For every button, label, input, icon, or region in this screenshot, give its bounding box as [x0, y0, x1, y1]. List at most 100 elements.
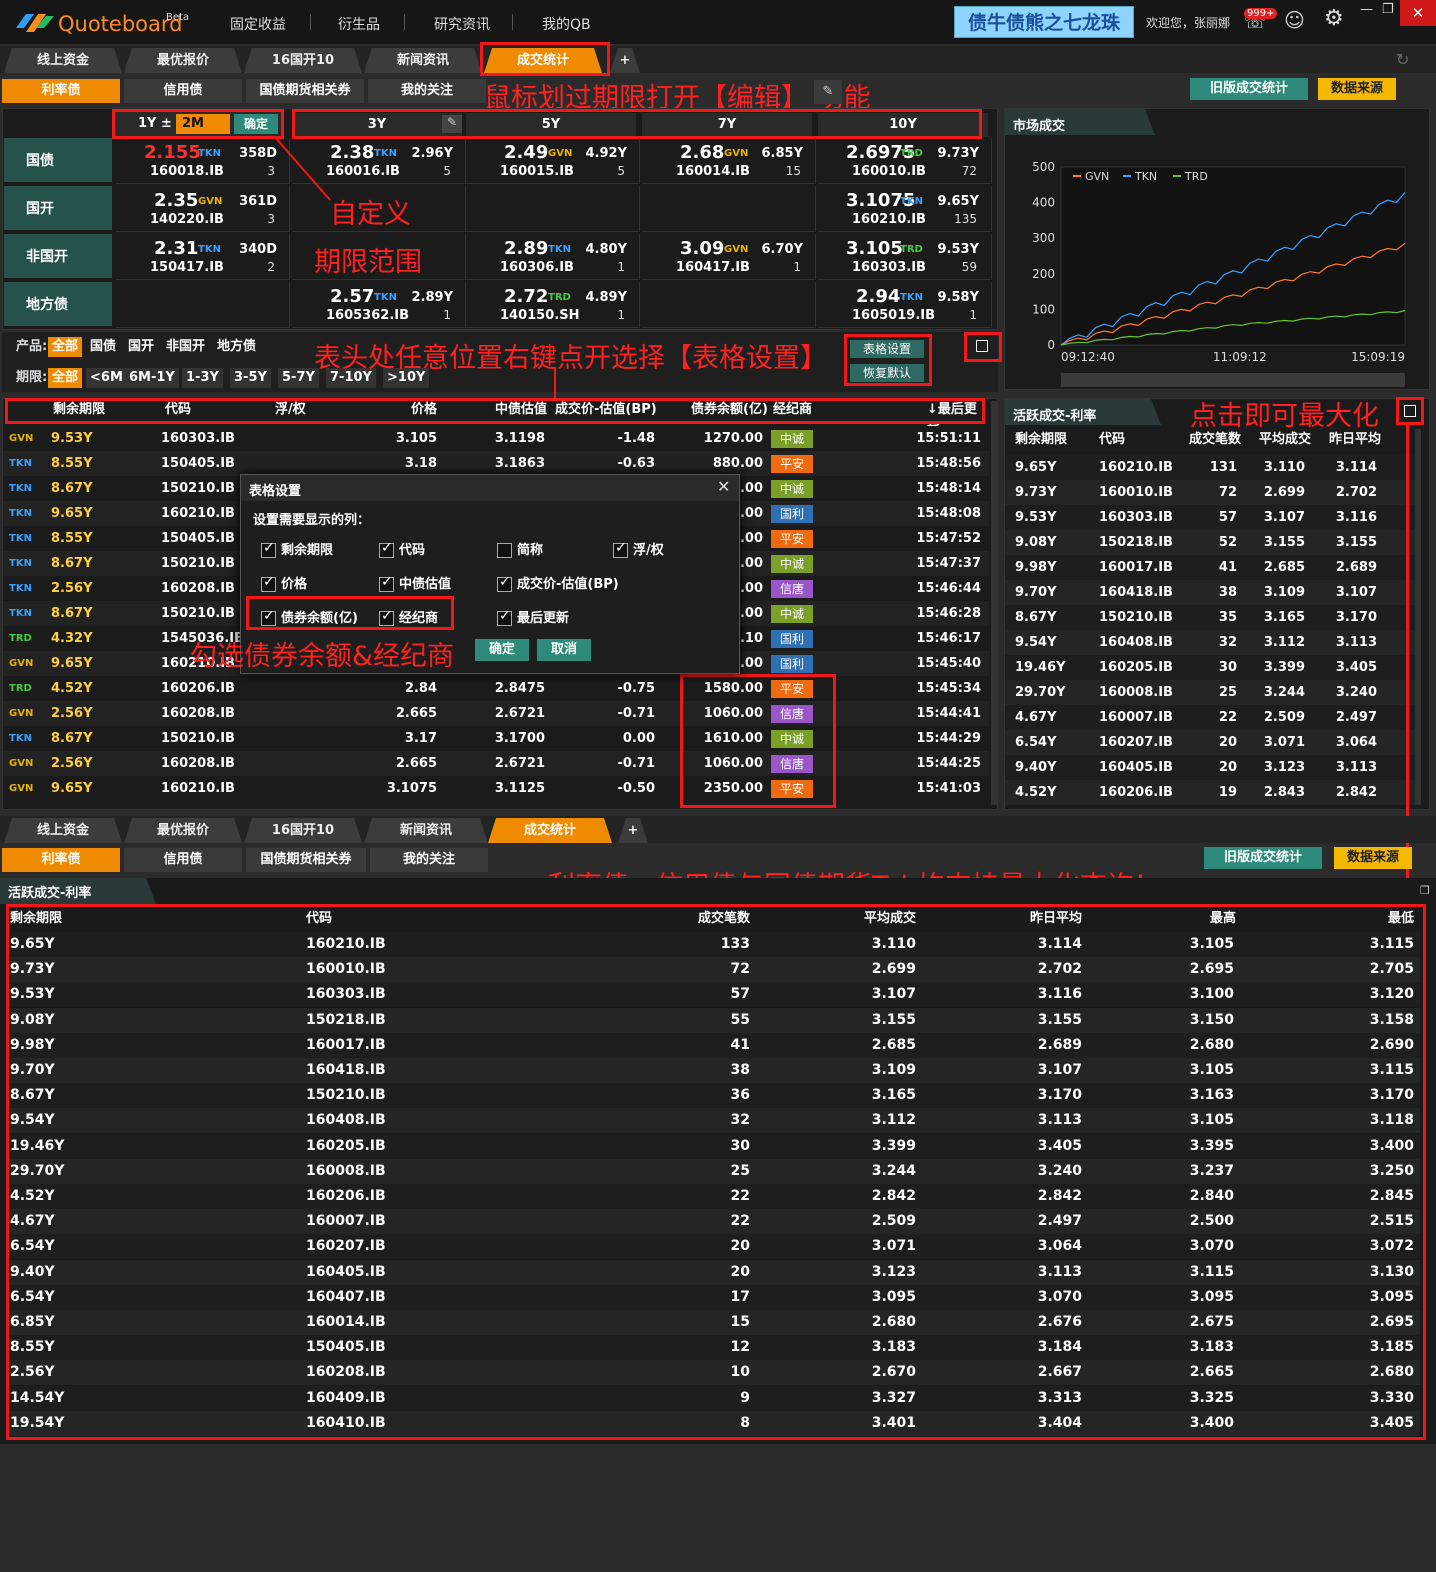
active-row[interactable]: 29.70Y 160008.IB 25 3.244 3.240	[1005, 680, 1417, 705]
active-row[interactable]: 4.67Y 160007.IB 22 2.509 2.497	[1005, 705, 1417, 730]
row-head-3[interactable]: 地方债	[4, 282, 112, 328]
promo-banner[interactable]: 债牛债熊之七龙珠	[954, 6, 1134, 38]
active-row[interactable]: 6.54Y 160207.IB 20 3.071 3.064	[1005, 730, 1417, 755]
matrix-cell[interactable]	[116, 282, 290, 328]
trade-row[interactable]: TKN 8.67Y 150210.IB 3.17 3.1700 0.00 1610.00 中诚…	[3, 726, 989, 751]
matrix-cell[interactable]	[466, 186, 640, 232]
tab-news-2[interactable]: 新闻资讯	[364, 818, 488, 843]
trade-row[interactable]: TKN 8.55Y 150405.IB 3.18 3.1863 -0.63 880.00 平安…	[3, 451, 989, 476]
subtab-watchlist-2[interactable]: 我的关注	[370, 848, 488, 872]
matrix-cell[interactable]	[642, 186, 816, 232]
matrix-cell[interactable]: 2.155 TKN 358D 160018.IB 3	[116, 138, 290, 184]
term-filter[interactable]: 3-5Y	[230, 368, 271, 388]
tab-best-quote-2[interactable]: 最优报价	[124, 818, 242, 843]
trade-row[interactable]: TRD 4.52Y 160206.IB 2.84 2.8475 -0.75 1580.00 平…	[3, 676, 989, 701]
matrix-cell[interactable]: 2.31 TKN 340D 150417.IB 2	[116, 234, 290, 280]
matrix-cell[interactable]: 3.1075 TKN 9.65Y 160210.IB 135	[818, 186, 992, 232]
tab-16cdb10-2[interactable]: 16国开10	[244, 818, 362, 843]
active-row[interactable]: 9.53Y 160303.IB 57 3.107 3.116	[1005, 505, 1417, 530]
restore-panel-icon[interactable]: ❐	[1420, 884, 1430, 897]
trade-row[interactable]: GVN 9.53Y 160303.IB 3.105 3.1198 -1.48 1270.00…	[3, 426, 989, 451]
active-row[interactable]: 8.67Y 150210.IB 35 3.165 3.170	[1005, 605, 1417, 630]
tab-news[interactable]: 新闻资讯	[364, 48, 482, 73]
matrix-cell[interactable]: 2.68 GVN 6.85Y 160014.IB 15	[642, 138, 816, 184]
user-icon[interactable]: ☺	[1284, 8, 1305, 32]
row-head-0[interactable]: 国债	[4, 138, 112, 184]
column-option[interactable]: 价格	[261, 573, 307, 592]
trade-row[interactable]: GVN 2.56Y 160208.IB 2.665 2.6721 -0.71 1060.00…	[3, 701, 989, 726]
active-row[interactable]: 9.73Y 160010.IB 72 2.699 2.702	[1005, 480, 1417, 505]
term-filter[interactable]: 1-3Y	[182, 368, 223, 388]
term-filter[interactable]: 6M-1Y	[125, 368, 179, 388]
checkbox[interactable]	[613, 540, 628, 558]
product-filter[interactable]: 国债	[86, 337, 120, 357]
product-filter[interactable]: 地方债	[213, 337, 260, 357]
column-option[interactable]: 最后更新	[497, 607, 569, 626]
active-row[interactable]: 9.54Y 160408.IB 32 3.112 3.113	[1005, 630, 1417, 655]
subtab-credit-2[interactable]: 信用债	[124, 848, 242, 872]
active-row[interactable]: 9.98Y 160017.IB 41 2.685 2.689	[1005, 555, 1417, 580]
checkbox[interactable]	[261, 540, 276, 558]
active-col-header[interactable]: 剩余期限	[1015, 429, 1067, 451]
tab-best-quote[interactable]: 最优报价	[124, 48, 242, 73]
tab-online-funds-2[interactable]: 线上资金	[4, 818, 122, 843]
product-filter[interactable]: 非国开	[162, 337, 209, 357]
subtab-rates-2[interactable]: 利率债	[2, 848, 120, 872]
active-row[interactable]: 9.40Y 160405.IB 20 3.123 3.113	[1005, 755, 1417, 780]
active-row[interactable]: 9.08Y 150218.IB 52 3.155 3.155	[1005, 530, 1417, 555]
column-option[interactable]: 剩余期限	[261, 539, 333, 558]
matrix-cell[interactable]	[642, 282, 816, 328]
tab-trade-stats-2[interactable]: 成交统计	[488, 818, 612, 843]
tab-16cdb10[interactable]: 16国开10	[244, 48, 362, 73]
restore-icon[interactable]: ❐	[1382, 2, 1394, 17]
nav-research[interactable]: 研究资讯	[434, 14, 490, 34]
term-filter[interactable]: 5-7Y	[278, 368, 319, 388]
active-row[interactable]: 9.65Y 160210.IB 131 3.110 3.114	[1005, 455, 1417, 480]
matrix-cell[interactable]: 3.09 GVN 6.70Y 160417.IB 1	[642, 234, 816, 280]
column-option[interactable]: 代码	[379, 539, 425, 558]
subtab-futures[interactable]: 国债期货相关券	[246, 79, 364, 103]
matrix-cell[interactable]: 2.94 TKN 9.58Y 1605019.IB 1	[818, 282, 992, 328]
old-version-button-2[interactable]: 旧版成交统计	[1204, 847, 1322, 869]
active-row[interactable]: 9.70Y 160418.IB 38 3.109 3.107	[1005, 580, 1417, 605]
matrix-cell[interactable]: 3.105 TRD 9.53Y 160303.IB 59	[818, 234, 992, 280]
active-row[interactable]: 4.52Y 160206.IB 19 2.843 2.842	[1005, 780, 1417, 805]
minimize-icon[interactable]: —	[1360, 2, 1373, 17]
product-filter[interactable]: 全部	[48, 337, 83, 357]
matrix-cell[interactable]: 2.6975 TRD 9.73Y 160010.IB 72	[818, 138, 992, 184]
column-option[interactable]: 简称	[497, 539, 543, 558]
subtab-rates[interactable]: 利率债	[2, 79, 120, 103]
nav-my-qb[interactable]: 我的QB	[542, 14, 591, 34]
matrix-cell[interactable]: 2.89 TKN 4.80Y 160306.IB 1	[466, 234, 640, 280]
checkbox[interactable]	[497, 574, 512, 592]
product-filter[interactable]: 国开	[124, 337, 158, 357]
column-option[interactable]: 成交价-估值(BP)	[497, 573, 619, 592]
matrix-cell[interactable]: 2.57 TKN 2.89Y 1605362.IB 1	[292, 282, 466, 328]
column-option[interactable]: 浮/权	[613, 539, 664, 558]
matrix-cell[interactable]: 2.49 GVN 4.92Y 160015.IB 5	[466, 138, 640, 184]
term-filter[interactable]: <6M	[86, 368, 127, 388]
chart-scrollbar[interactable]	[1061, 373, 1405, 387]
refresh-icon[interactable]: ↻	[1396, 50, 1409, 69]
subtab-watchlist[interactable]: 我的关注	[368, 79, 486, 103]
trade-row[interactable]: GVN 2.56Y 160208.IB 2.665 2.6721 -0.71 1060.00…	[3, 751, 989, 776]
subtab-futures-2[interactable]: 国债期货相关券	[246, 848, 366, 872]
close-window-icon[interactable]: ✕	[1400, 0, 1436, 26]
active-col-header[interactable]: 代码	[1099, 429, 1125, 451]
checkbox[interactable]	[497, 608, 512, 626]
data-source-button-2[interactable]: 数据来源	[1334, 847, 1412, 869]
nav-derivatives[interactable]: 衍生品	[338, 14, 380, 34]
checkbox[interactable]	[261, 574, 276, 592]
settings-gear-icon[interactable]: ⚙	[1324, 6, 1344, 31]
checkbox[interactable]	[379, 540, 394, 558]
nav-fixed-income[interactable]: 固定收益	[230, 14, 286, 34]
data-source-button[interactable]: 数据来源	[1318, 78, 1396, 100]
checkbox[interactable]	[379, 574, 394, 592]
active-row[interactable]: 19.46Y 160205.IB 30 3.399 3.405	[1005, 655, 1417, 680]
subtab-credit[interactable]: 信用债	[124, 79, 242, 103]
dialog-confirm-button[interactable]: 确定	[475, 639, 529, 661]
row-head-2[interactable]: 非国开	[4, 234, 112, 280]
add-tab-button-2[interactable]: +	[618, 818, 648, 843]
term-filter[interactable]: 全部	[48, 368, 83, 388]
checkbox[interactable]	[497, 543, 512, 558]
